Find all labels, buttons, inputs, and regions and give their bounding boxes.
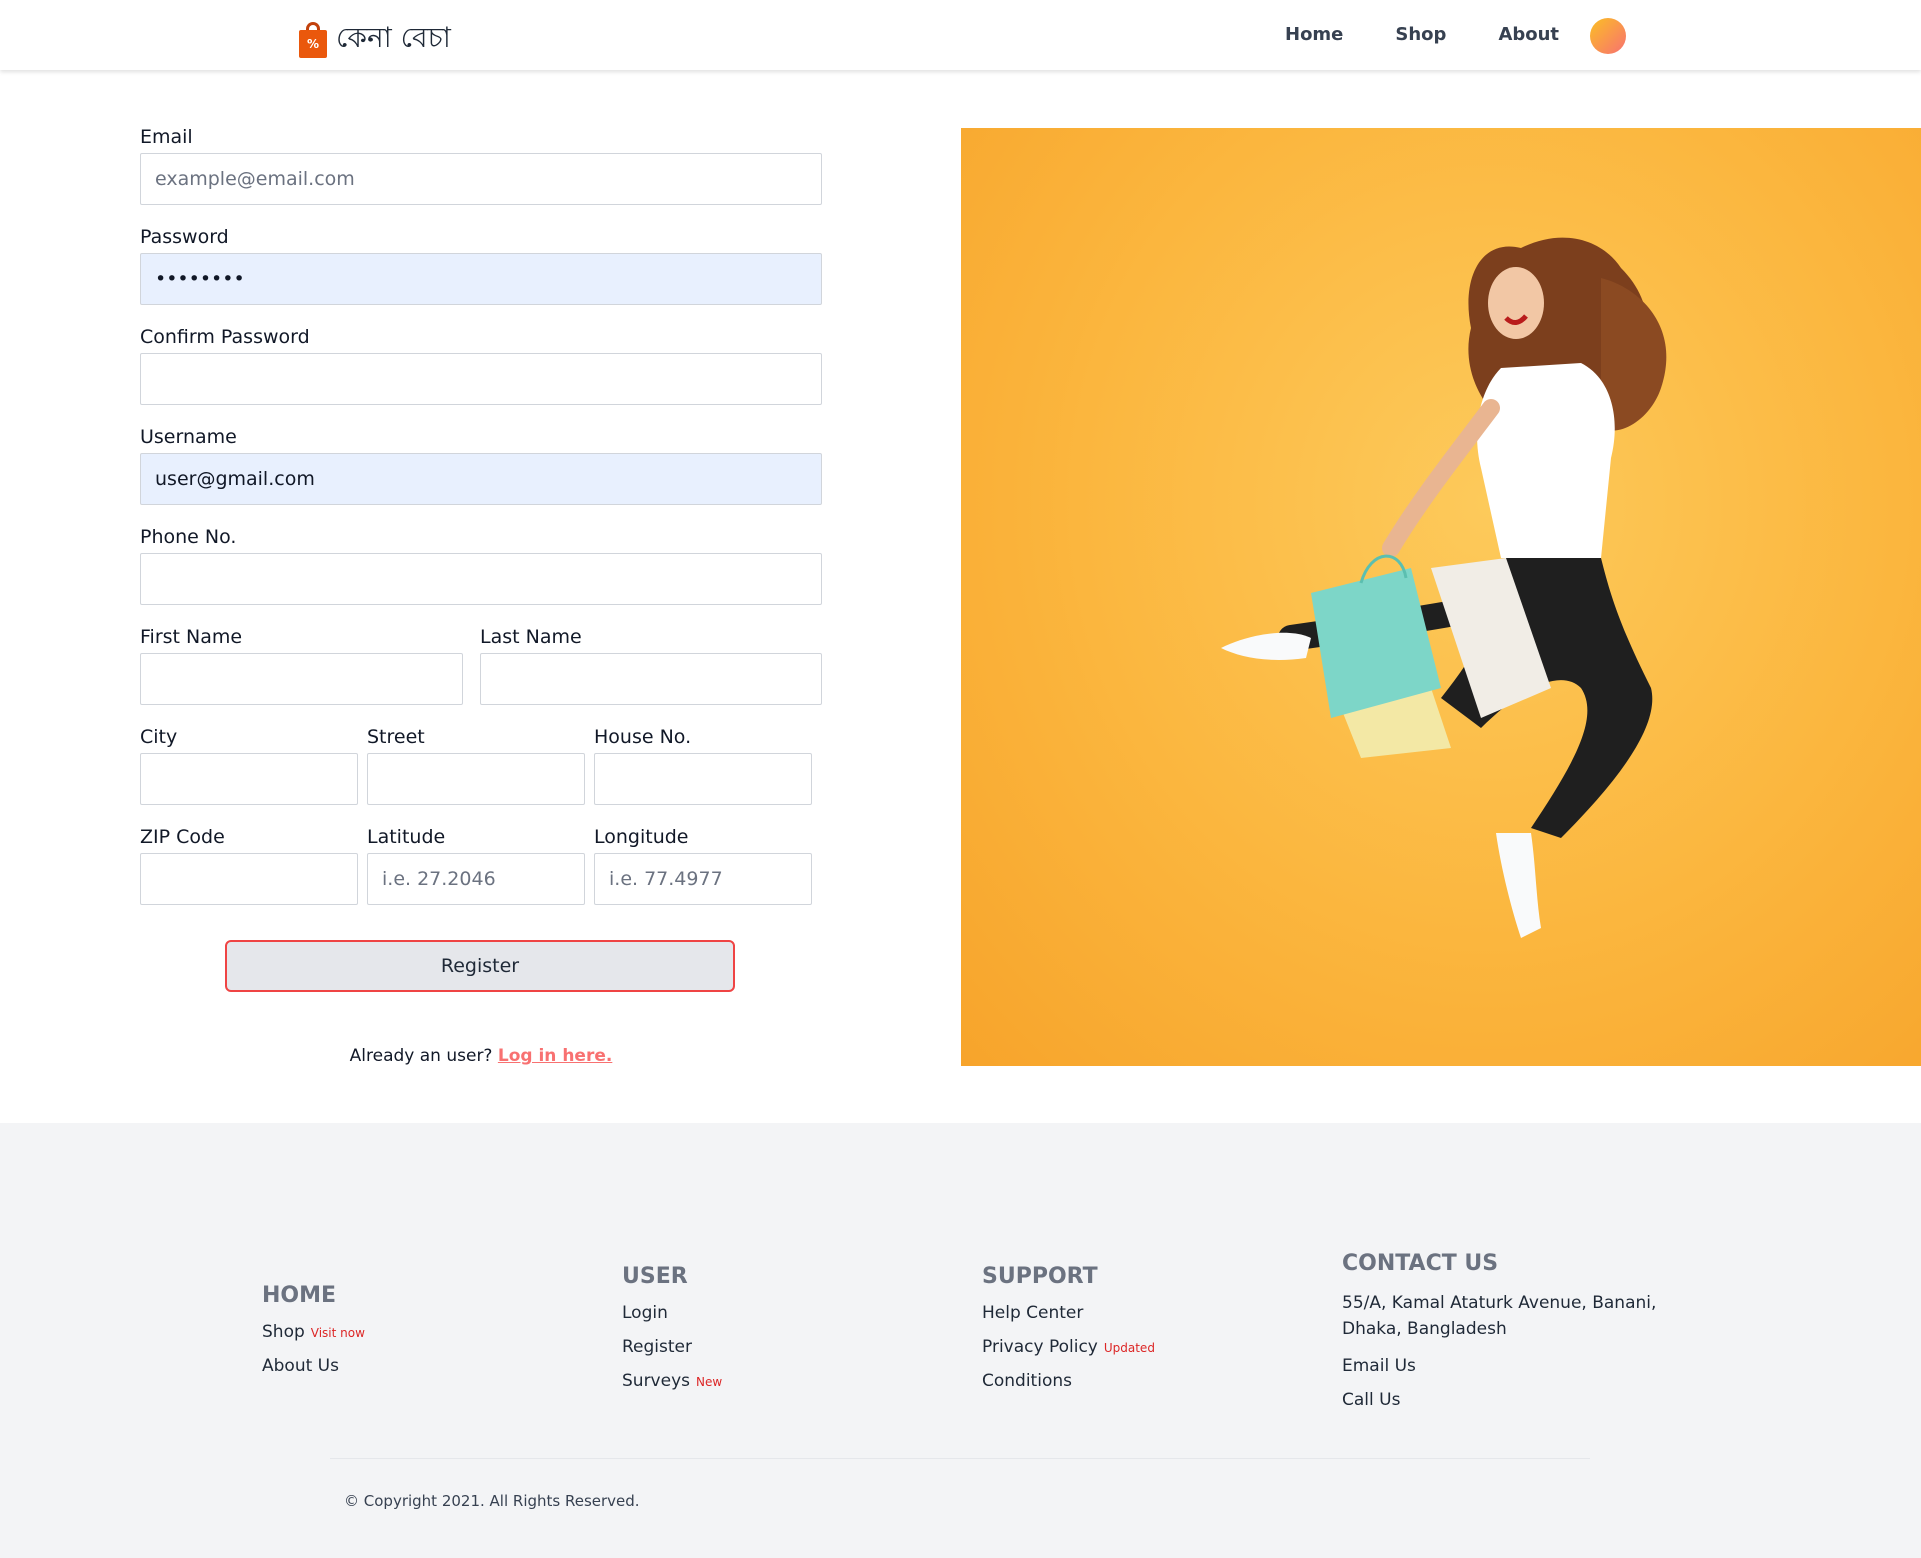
footer-link-register[interactable]: Register: [622, 1337, 722, 1357]
city-label: City: [140, 726, 178, 748]
zip-field[interactable]: [140, 853, 358, 905]
longitude-field[interactable]: [594, 853, 812, 905]
footer-link-about-us[interactable]: About Us: [262, 1356, 365, 1376]
footer-heading-support: SUPPORT: [982, 1264, 1098, 1289]
user-avatar[interactable]: [1590, 18, 1626, 54]
username-label: Username: [140, 426, 237, 448]
username-field[interactable]: [140, 453, 822, 505]
navbar: % কেনা বেচা Home Shop About: [0, 0, 1921, 70]
login-prompt-text: Already an user?: [349, 1046, 493, 1066]
email-field[interactable]: [140, 153, 822, 205]
password-field[interactable]: [140, 253, 822, 305]
footer-link-call-us[interactable]: Call Us: [1342, 1390, 1656, 1410]
street-field[interactable]: [367, 753, 585, 805]
brand-name: কেনা বেচা: [336, 21, 451, 54]
email-label: Email: [140, 126, 193, 148]
last-name-field[interactable]: [480, 653, 822, 705]
shopping-bag-icon: %: [298, 21, 328, 58]
confirm-password-field[interactable]: [140, 353, 822, 405]
footer-link-help-center[interactable]: Help Center: [982, 1303, 1155, 1323]
house-no-label: House No.: [594, 726, 692, 748]
latitude-label: Latitude: [367, 826, 446, 848]
brand-logo[interactable]: % কেনা বেচা: [298, 16, 451, 63]
footer-link-shop[interactable]: Shop Visit now: [262, 1322, 365, 1342]
last-name-label: Last Name: [480, 626, 582, 648]
updated-badge: Updated: [1103, 1341, 1155, 1355]
footer-link-conditions[interactable]: Conditions: [982, 1371, 1155, 1391]
house-no-field[interactable]: [594, 753, 812, 805]
footer-heading-user: USER: [622, 1264, 688, 1289]
footer: HOME Shop Visit now About Us USER Login R…: [0, 1123, 1921, 1558]
city-field[interactable]: [140, 753, 358, 805]
hero-image: [961, 128, 1921, 1066]
footer-link-privacy-policy[interactable]: Privacy Policy Updated: [982, 1337, 1155, 1357]
login-prompt: Already an user? Log in here.: [140, 1046, 822, 1066]
latitude-field[interactable]: [367, 853, 585, 905]
longitude-label: Longitude: [594, 826, 689, 848]
phone-field[interactable]: [140, 553, 822, 605]
register-button[interactable]: Register: [225, 940, 735, 992]
nav-shop[interactable]: Shop: [1395, 24, 1446, 45]
street-label: Street: [367, 726, 425, 748]
first-name-label: First Name: [140, 626, 243, 648]
footer-col-user: USER Login Register Surveys New: [622, 1264, 722, 1405]
footer-link-login[interactable]: Login: [622, 1303, 722, 1323]
footer-heading-home: HOME: [262, 1283, 337, 1308]
main-nav: Home Shop About: [1285, 24, 1611, 45]
nav-home[interactable]: Home: [1285, 24, 1343, 45]
footer-col-support: SUPPORT Help Center Privacy Policy Update…: [982, 1264, 1155, 1405]
copyright: © Copyright 2021. All Rights Reserved.: [344, 1492, 640, 1510]
shopper-illustration: [1221, 237, 1667, 938]
zip-label: ZIP Code: [140, 826, 225, 848]
contact-address: 55/A, Kamal Ataturk Avenue, Banani, Dhak…: [1342, 1293, 1657, 1339]
footer-col-contact: CONTACT US 55/A, Kamal Ataturk Avenue, B…: [1342, 1251, 1656, 1424]
new-badge: New: [696, 1375, 723, 1389]
footer-divider: [330, 1458, 1590, 1459]
footer-col-home: HOME Shop Visit now About Us: [262, 1283, 365, 1390]
visit-now-badge: Visit now: [310, 1326, 365, 1340]
confirm-password-label: Confirm Password: [140, 326, 310, 348]
nav-about[interactable]: About: [1498, 24, 1559, 45]
first-name-field[interactable]: [140, 653, 463, 705]
login-link[interactable]: Log in here.: [498, 1046, 612, 1066]
phone-label: Phone No.: [140, 526, 237, 548]
password-label: Password: [140, 226, 229, 248]
footer-link-surveys[interactable]: Surveys New: [622, 1371, 722, 1391]
footer-link-email-us[interactable]: Email Us: [1342, 1356, 1656, 1376]
footer-heading-contact: CONTACT US: [1342, 1251, 1499, 1276]
